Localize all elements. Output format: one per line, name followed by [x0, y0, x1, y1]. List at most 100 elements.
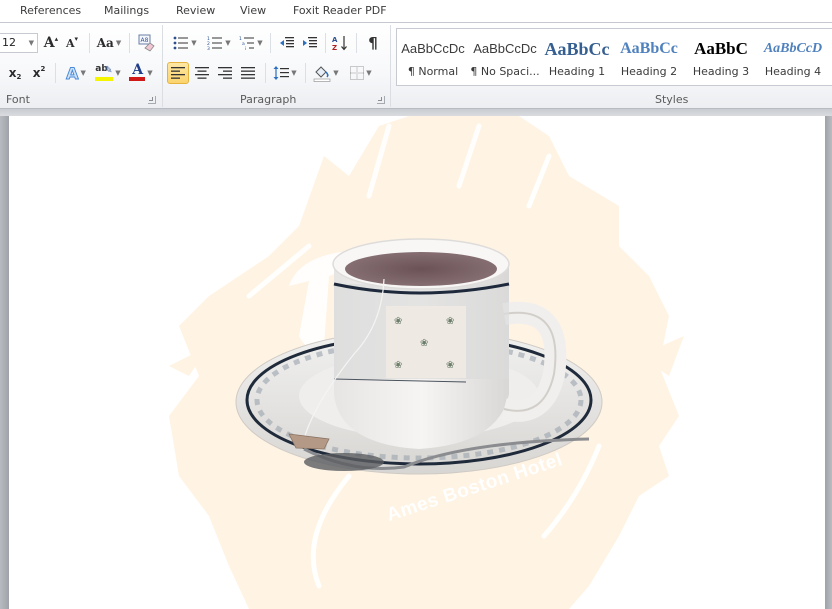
clear-formatting-button[interactable]: A8 [136, 32, 156, 54]
align-left-button[interactable] [167, 62, 189, 84]
chevron-down-icon: ▼ [257, 39, 263, 47]
style-sample: AaBbCcDc [473, 41, 537, 56]
align-right-button[interactable] [215, 62, 235, 84]
change-case-button[interactable]: Aa ▼ [96, 32, 122, 54]
tab-references[interactable]: References [20, 4, 81, 17]
justify-icon [241, 67, 255, 79]
chevron-down-icon: ▼ [28, 39, 34, 47]
borders-icon [350, 66, 365, 80]
bullets-button[interactable]: ▼ [170, 32, 200, 54]
style-name: ¶ Normal [407, 65, 459, 78]
font-color-bar [129, 77, 146, 81]
decrease-indent-button[interactable] [277, 32, 297, 54]
svg-text:3: 3 [207, 46, 210, 50]
text-highlight-color-button[interactable]: ab ✎ ▼ [92, 62, 124, 84]
chevron-down-icon: ▼ [191, 39, 197, 47]
chevron-down-icon: ▼ [147, 69, 153, 77]
font-dialog-launcher-icon[interactable] [148, 96, 156, 104]
paragraph-dialog-launcher-icon[interactable] [377, 96, 385, 104]
svg-text:Z: Z [332, 44, 337, 51]
chevron-down-icon: ▼ [225, 39, 231, 47]
line-spacing-button[interactable]: ▼ [271, 62, 299, 84]
font-color-letter: A [132, 62, 144, 78]
svg-text:A8: A8 [141, 37, 149, 44]
svg-text:❀: ❀ [420, 338, 428, 349]
multilevel-list-icon: 1 a i [239, 36, 255, 50]
align-center-icon [195, 67, 209, 79]
increase-indent-button[interactable] [300, 32, 320, 54]
pen-icon: ✎ [104, 65, 113, 76]
svg-text:i: i [245, 46, 246, 50]
highlighter-icon: ab ✎ [95, 64, 114, 82]
divider [325, 33, 326, 53]
borders-button[interactable]: ▼ [346, 62, 376, 84]
paragraph-group-label: Paragraph [240, 93, 297, 106]
ribbon-tab-bar: References Mailings Review View Foxit Re… [0, 0, 832, 23]
tab-view[interactable]: View [240, 4, 266, 17]
style-heading-3[interactable]: AaBbC Heading 3 [685, 29, 757, 85]
document-area: Ames Boston Hotel ❀ ❀ ❀ ❀ ❀ [0, 116, 832, 609]
svg-text:❀: ❀ [394, 316, 402, 327]
chevron-down-icon: ▼ [115, 39, 122, 47]
document-page[interactable]: Ames Boston Hotel ❀ ❀ ❀ ❀ ❀ [9, 116, 825, 609]
svg-text:❀: ❀ [394, 360, 402, 371]
pilcrow-icon: ¶ [368, 34, 378, 52]
up-caret-icon: ▴ [54, 35, 59, 43]
increase-indent-icon [303, 37, 317, 48]
teacup-image[interactable]: ❀ ❀ ❀ ❀ ❀ [234, 234, 614, 504]
style-heading-1[interactable]: AaBbCc Heading 1 [541, 29, 613, 85]
page-right-edge [825, 116, 832, 609]
group-divider [162, 25, 163, 107]
style-name: ¶ No Spaci... [470, 65, 540, 78]
numbering-button[interactable]: 1 2 3 ▼ [203, 32, 235, 54]
tab-foxit-reader-pdf[interactable]: Foxit Reader PDF [293, 4, 387, 17]
subscript-icon: x [8, 66, 17, 80]
grow-font-button[interactable]: A ▴ [42, 32, 60, 54]
style-name: Heading 4 [764, 65, 822, 78]
chevron-down-icon: ▼ [366, 69, 372, 77]
page-left-edge [0, 116, 9, 609]
superscript-digit-icon: 2 [40, 65, 46, 73]
decrease-indent-icon [280, 37, 294, 48]
style-no-spacing[interactable]: AaBbCcDc ¶ No Spaci... [469, 29, 541, 85]
styles-gallery: AaBbCcDc ¶ Normal AaBbCcDc ¶ No Spaci...… [396, 28, 832, 86]
show-hide-formatting-button[interactable]: ¶ [363, 32, 383, 54]
text-effects-icon: A [66, 63, 79, 83]
sort-button[interactable]: A Z [330, 32, 350, 54]
multilevel-list-button[interactable]: 1 a i ▼ [237, 32, 265, 54]
style-sample: AaBbCcDc [401, 41, 465, 56]
group-divider [390, 25, 391, 107]
font-group-label: Font [6, 93, 30, 106]
divider [265, 63, 266, 83]
subscript-button[interactable]: x2 [6, 62, 24, 84]
chevron-down-icon: ▼ [80, 69, 86, 77]
bullets-icon [173, 36, 189, 50]
superscript-button[interactable]: x2 [30, 62, 48, 84]
ribbon: 12 ▼ A ▴ A ▾ Aa ▼ A8 x2 x2 A ▼ ab ✎ ▼ A … [0, 23, 832, 109]
style-sample: AaBbCc [620, 40, 678, 57]
style-name: Heading 2 [620, 65, 678, 78]
style-normal[interactable]: AaBbCcDc ¶ Normal [397, 29, 469, 85]
shading-button[interactable]: ▼ [311, 62, 341, 84]
style-sample: AaBbCcD [763, 41, 823, 56]
style-heading-2[interactable]: AaBbCc Heading 2 [613, 29, 685, 85]
style-heading-4[interactable]: AaBbCcD Heading 4 [757, 29, 829, 85]
tab-review[interactable]: Review [176, 4, 215, 17]
paint-bucket-icon [313, 66, 331, 82]
font-color-icon: A [129, 62, 146, 82]
svg-text:❀: ❀ [446, 316, 454, 327]
font-size-value: 12 [2, 36, 16, 49]
style-sample: AaBbC [694, 39, 748, 58]
font-size-dropdown[interactable]: 12 ▼ [0, 33, 38, 53]
grow-font-icon: A [43, 35, 55, 51]
tab-mailings[interactable]: Mailings [104, 4, 149, 17]
align-center-button[interactable] [192, 62, 212, 84]
text-effects-button[interactable]: A ▼ [62, 62, 90, 84]
font-color-button[interactable]: A ▼ [126, 62, 156, 84]
down-caret-icon: ▾ [74, 35, 79, 43]
shrink-font-button[interactable]: A ▾ [64, 32, 80, 54]
sort-az-icon: A Z [332, 36, 347, 51]
subscript-digit-icon: 2 [16, 73, 22, 81]
justify-button[interactable] [238, 62, 258, 84]
clear-formatting-icon: A8 [138, 34, 155, 52]
